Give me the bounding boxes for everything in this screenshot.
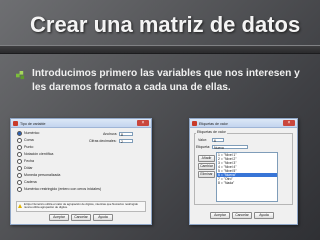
variable-type-dialog: Tipo de variable × Numérico Coma Punto N… [10,118,152,225]
type-option-numeric[interactable]: Numérico [17,130,39,136]
close-icon[interactable]: × [283,120,295,126]
variable-type-titlebar: Tipo de variable × [11,119,151,128]
remove-button[interactable]: Eliminar [198,171,215,178]
type-option-dollar[interactable]: Dólar [17,165,33,171]
value-labels-dialog: Etiquetas de valor × Etiquetas de valor … [189,118,298,225]
type-option-dot[interactable]: Punto [17,144,33,150]
value-label: Valor: [198,138,208,142]
type-option-custom-currency[interactable]: Moneda personalizada [17,172,60,178]
type-option-comma[interactable]: Coma [17,137,34,143]
label-label: Etiqueta: [196,145,211,149]
decimals-label: Cifras decimales: [89,139,117,143]
width-field[interactable]: 8 [119,132,133,137]
radio-icon [17,172,22,178]
value-field[interactable]: 6 [212,138,224,143]
list-item[interactable]: 8 = "Nada" [217,181,277,185]
green-bullet-icon [16,71,25,80]
cancel-button[interactable]: Cancelar [71,214,91,221]
cancel-button[interactable]: Cancelar [232,212,252,219]
value-labels-group-label: Etiquetas de valor [196,130,227,134]
variable-type-title: Tipo de variable [20,122,46,126]
spss-app-icon [13,121,18,126]
radio-icon [17,137,22,143]
radio-icon [17,158,22,164]
value-labels-title: Etiquetas de valor [199,122,228,126]
ok-button[interactable]: Aceptar [49,214,69,221]
add-button[interactable]: Añadir [198,155,215,162]
type-option-date[interactable]: Fecha [17,158,34,164]
width-label: Anchura: [103,132,118,136]
radio-icon [17,151,22,157]
slide-title: Crear una matriz de datos [30,12,301,37]
help-button[interactable]: Ayuda [93,214,113,221]
info-note: El tipo Numérico utiliza el valor de agr… [16,201,146,212]
decimals-field[interactable]: 2 [119,139,133,144]
value-label-list[interactable]: 1 = "Nivel 1" 2 = "Nivel 2" 3 = "Nivel 3… [216,152,278,202]
value-labels-titlebar: Etiquetas de valor × [190,119,297,128]
ok-button[interactable]: Aceptar [210,212,230,219]
radio-icon [17,165,22,171]
close-icon[interactable]: × [137,120,149,126]
label-field[interactable]: Nueva [212,145,248,150]
info-note-text: El tipo Numérico utiliza el valor de agr… [24,202,138,210]
bullet-text: Introducimos primero las variables que n… [32,68,300,93]
radio-icon [17,144,22,150]
title-divider [0,45,320,54]
warning-icon [18,204,22,208]
radio-icon [17,179,22,185]
type-option-restricted-numeric[interactable]: Numérico restringido (entero con ceros i… [17,186,101,192]
help-button[interactable]: Ayuda [254,212,274,219]
type-option-scientific[interactable]: Notación científica [17,151,53,157]
spss-app-icon [192,121,197,126]
change-button[interactable]: Cambiar [198,163,215,170]
radio-icon [17,130,22,136]
type-option-string[interactable]: Cadena [17,179,37,185]
radio-icon [17,186,22,192]
